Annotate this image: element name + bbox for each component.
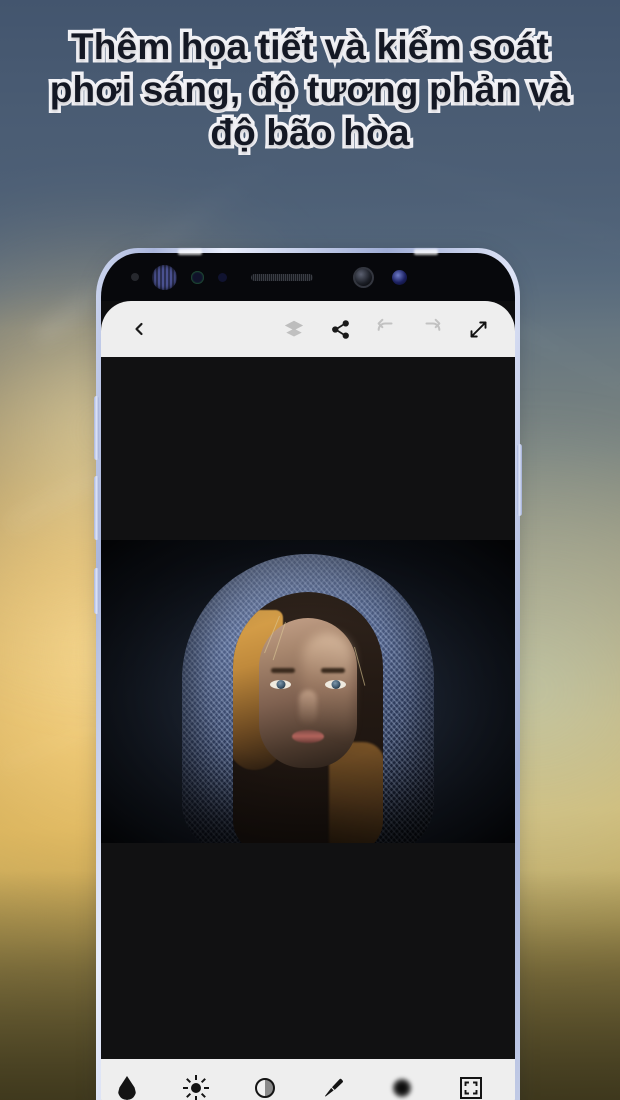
phone-screen: mooth Light <box>101 301 515 1100</box>
proximity-sensor-icon <box>131 273 139 281</box>
frame-glint <box>414 249 438 255</box>
vignette-frame-icon <box>437 1073 505 1100</box>
share-button[interactable] <box>325 314 355 344</box>
power-button[interactable] <box>517 444 522 516</box>
undo-icon <box>377 318 393 331</box>
contrast-circle-icon <box>231 1073 299 1100</box>
editor-canvas[interactable] <box>101 357 515 1100</box>
chevron-left-icon <box>135 322 143 336</box>
phone-frame: mooth Light <box>94 248 522 1100</box>
phone-body: mooth Light <box>101 253 515 1100</box>
layers-icon <box>284 320 304 337</box>
blur-dot-icon <box>368 1073 436 1100</box>
volume-down-button[interactable] <box>94 476 99 540</box>
expand-icon <box>470 321 486 337</box>
fullscreen-button[interactable] <box>463 314 493 344</box>
front-camera-icon <box>353 266 374 288</box>
iris-scanner-icon <box>152 264 177 290</box>
frame-glint <box>178 249 202 255</box>
ir-sensor-icon <box>191 270 204 284</box>
headline-line-3: độ bão hòa <box>207 108 413 156</box>
redo-button[interactable] <box>417 314 447 344</box>
headline-line-1: Thêm họa tiết và kiểm soát <box>67 23 552 71</box>
app-bar <box>101 301 515 357</box>
redo-icon <box>425 318 441 331</box>
undo-button[interactable] <box>371 314 401 344</box>
volume-up-button[interactable] <box>94 396 99 460</box>
paint-brush-icon <box>299 1073 367 1100</box>
headline: Thêm họa tiết và kiểm soát phơi sáng, độ… <box>0 23 620 157</box>
tool-vignette[interactable]: Vignette <box>437 1073 505 1100</box>
notification-led-icon <box>392 269 407 285</box>
headline-line-2: phơi sáng, độ tương phản và <box>46 65 573 113</box>
tool-toolbar: mooth Light <box>101 1059 515 1100</box>
sun-icon <box>162 1073 230 1100</box>
tool-paint[interactable]: Paint <box>299 1073 367 1100</box>
phone-mockup: mooth Light <box>94 248 522 1100</box>
earpiece-speaker-icon <box>251 273 313 281</box>
light-sensor-icon <box>218 272 227 282</box>
photo-preview[interactable] <box>101 540 515 843</box>
phone-top-bezel <box>101 253 515 301</box>
layers-button[interactable] <box>279 314 309 344</box>
photo-vignette <box>101 540 515 843</box>
tool-defocus[interactable]: Defocus <box>368 1073 436 1100</box>
share-icon <box>331 319 349 339</box>
bixby-button[interactable] <box>94 568 99 614</box>
tool-light[interactable]: Light <box>162 1073 230 1100</box>
back-button[interactable] <box>127 317 151 341</box>
water-drop-icon <box>101 1073 161 1100</box>
tool-color[interactable]: Color <box>231 1073 299 1100</box>
tool-smooth[interactable]: mooth <box>101 1073 161 1100</box>
